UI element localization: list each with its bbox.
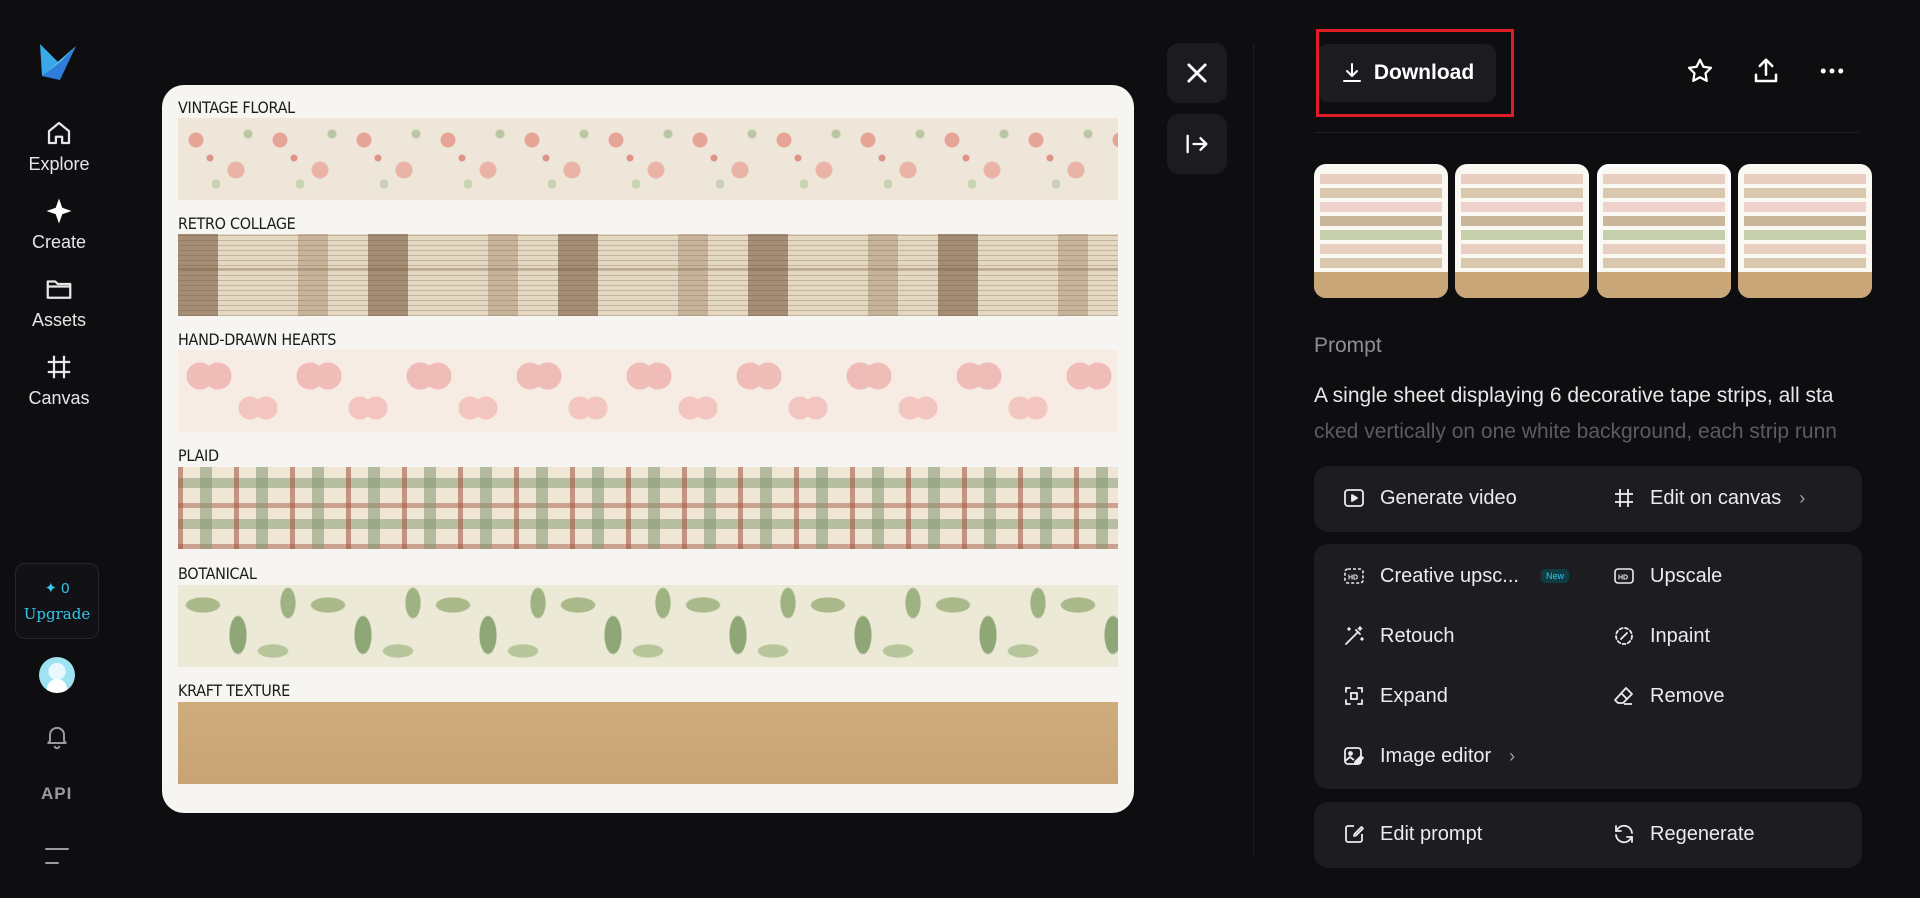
edit-on-canvas-label: Edit on canvas [1650, 486, 1782, 509]
nav-assets-label: Assets [31, 310, 87, 330]
strip-label-botanical: BOTANICAL [178, 564, 257, 583]
close-button[interactable] [1167, 43, 1227, 103]
edit-prompt-icon [1345, 825, 1364, 843]
chevron-right-icon: › [1509, 745, 1516, 766]
sidebar: Explore Create Assets Canvas ✦ 0 Upgrade… [0, 0, 118, 898]
upscale-label: Upscale [1650, 564, 1723, 587]
api-link[interactable]: API [41, 784, 72, 804]
expand-icon [1345, 687, 1363, 705]
home-icon [47, 121, 71, 145]
play-video-icon [1344, 489, 1364, 507]
creative-upscale-button[interactable]: HD Creative upsc... New [1342, 564, 1569, 588]
regenerate-label: Regenerate [1650, 822, 1755, 845]
image-editor-button[interactable]: Image editor › [1342, 744, 1515, 768]
share-upload-icon [1754, 58, 1778, 83]
nav-explore-label: Explore [28, 154, 90, 174]
remove-button[interactable]: Remove [1612, 684, 1724, 708]
strip-label-retro-collage: RETRO COLLAGE [178, 214, 296, 233]
image-editor-label: Image editor [1380, 744, 1492, 767]
more-options-button[interactable] [1815, 54, 1849, 88]
strip-label-vintage-floral: VINTAGE FLORAL [178, 98, 295, 117]
download-icon [1342, 63, 1361, 82]
strip-hand-drawn-hearts [178, 350, 1118, 432]
credit-sparkle-icon: ✦ [44, 580, 58, 597]
favorite-button[interactable] [1683, 54, 1717, 88]
inpaint-brush-icon [1615, 627, 1633, 645]
hd-icon: HD [1614, 568, 1634, 584]
share-button[interactable] [1749, 54, 1783, 88]
edit-prompt-label: Edit prompt [1380, 822, 1483, 845]
notification-bell-icon[interactable] [43, 722, 71, 750]
download-label: Download [1373, 61, 1475, 84]
app-logo-icon[interactable] [36, 40, 80, 84]
nav-canvas[interactable]: Canvas [0, 352, 118, 409]
avatar[interactable] [39, 657, 75, 693]
strip-label-plaid: PLAID [178, 446, 219, 465]
nav-create[interactable]: Create [0, 196, 118, 253]
eraser-icon [1614, 687, 1633, 705]
inpaint-label: Inpaint [1650, 624, 1711, 647]
panel-divider [1253, 44, 1254, 854]
svg-text:HD: HD [1348, 575, 1358, 582]
canvas-frame-icon [47, 355, 71, 379]
expand-button[interactable]: Expand [1342, 684, 1448, 708]
inpaint-button[interactable]: Inpaint [1612, 624, 1710, 648]
regenerate-button[interactable]: Regenerate [1612, 822, 1755, 846]
prompt-text[interactable]: A single sheet displaying 6 decorative t… [1314, 378, 1864, 450]
nav-canvas-label: Canvas [28, 388, 90, 408]
thumbnail-3-selected[interactable] [1597, 164, 1731, 298]
thumbnail-4[interactable] [1738, 164, 1872, 298]
retouch-button[interactable]: Retouch [1342, 624, 1455, 648]
upscale-button[interactable]: HD Upscale [1612, 564, 1722, 588]
remove-label: Remove [1650, 684, 1725, 707]
header-divider [1314, 132, 1860, 133]
upgrade-card[interactable]: ✦ 0 Upgrade [15, 563, 99, 639]
nav-assets[interactable]: Assets [0, 274, 118, 331]
star-icon [1687, 58, 1713, 82]
creative-upscale-label: Creative upsc... [1380, 564, 1519, 587]
magic-wand-icon [1345, 626, 1364, 645]
credits-counter: ✦ 0 [44, 579, 70, 598]
thumbnail-1[interactable] [1314, 164, 1448, 298]
more-horizontal-icon [1820, 68, 1844, 74]
thumbnail-2[interactable] [1455, 164, 1589, 298]
download-button[interactable]: Download [1318, 44, 1496, 102]
edit-prompt-button[interactable]: Edit prompt [1342, 822, 1482, 846]
expand-label: Expand [1380, 684, 1448, 707]
strip-kraft-texture [178, 702, 1118, 784]
prompt-text-visible: A single sheet displaying 6 decorative t… [1314, 384, 1834, 407]
nav-explore[interactable]: Explore [0, 118, 118, 175]
collapse-panel-button[interactable] [1167, 114, 1227, 174]
sparkle-icon [46, 198, 72, 224]
edit-on-canvas-button[interactable]: Edit on canvas › [1612, 486, 1805, 510]
strip-plaid [178, 467, 1118, 549]
upgrade-link[interactable]: Upgrade [24, 605, 90, 623]
strip-retro-collage [178, 234, 1118, 316]
credits-value: 0 [61, 579, 70, 597]
hd-plus-icon: HD [1344, 568, 1364, 584]
menu-lines-icon[interactable] [44, 846, 70, 866]
prompt-heading: Prompt [1314, 334, 1382, 357]
new-badge: New [1540, 569, 1569, 583]
retouch-label: Retouch [1380, 624, 1455, 647]
strip-botanical [178, 585, 1118, 667]
arrow-to-right-icon [1186, 134, 1208, 154]
nav-create-label: Create [31, 232, 87, 252]
strip-label-kraft-texture: KRAFT TEXTURE [178, 681, 290, 700]
svg-text:HD: HD [1618, 575, 1628, 582]
chevron-right-icon: › [1799, 487, 1806, 508]
refresh-icon [1615, 824, 1633, 844]
strip-label-hand-drawn-hearts: HAND-DRAWN HEARTS [178, 330, 337, 349]
image-edit-icon [1344, 747, 1364, 765]
generate-video-button[interactable]: Generate video [1342, 486, 1517, 510]
prompt-text-faded: cked vertically on one white background,… [1314, 420, 1837, 443]
canvas-frame-icon [1615, 489, 1633, 507]
strip-vintage-floral [178, 118, 1118, 200]
folder-icon [46, 280, 72, 299]
generate-video-label: Generate video [1380, 486, 1517, 509]
close-icon [1187, 63, 1207, 83]
